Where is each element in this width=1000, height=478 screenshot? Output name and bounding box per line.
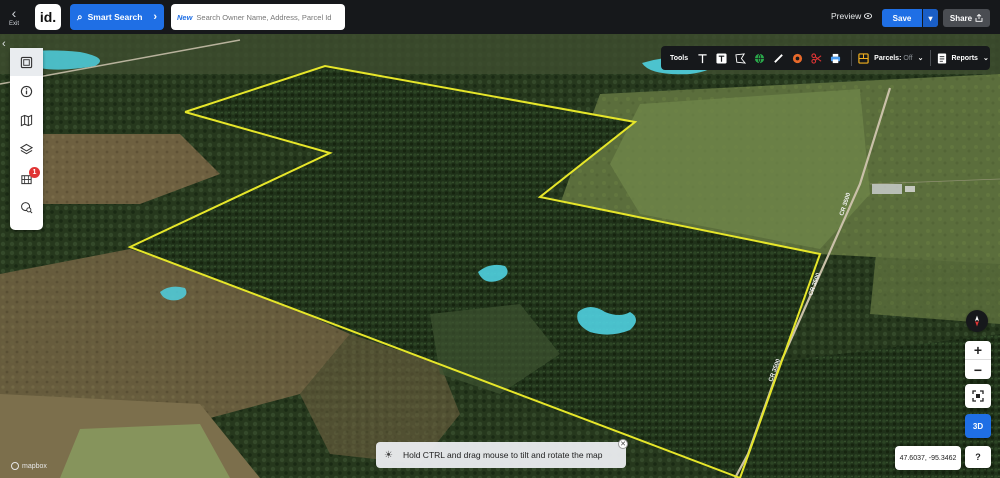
notification-badge: 1 bbox=[29, 167, 40, 178]
mapbox-attribution[interactable]: mapbox bbox=[11, 462, 47, 470]
reports-button[interactable]: Reports ⌄ bbox=[937, 52, 989, 64]
layers-button[interactable] bbox=[10, 135, 43, 163]
save-dropdown-chevron-icon[interactable]: ▾ bbox=[922, 9, 938, 27]
zoom-out-button[interactable]: − bbox=[965, 360, 991, 379]
location-search-button[interactable] bbox=[10, 193, 43, 221]
app-logo[interactable]: id. bbox=[35, 4, 61, 30]
globe-tool-button[interactable] bbox=[750, 49, 768, 67]
new-tag: New bbox=[177, 12, 193, 22]
print-icon bbox=[830, 53, 840, 63]
polygon-tool-button[interactable] bbox=[731, 49, 749, 67]
split-tool-button[interactable] bbox=[807, 49, 825, 67]
search-input[interactable] bbox=[196, 12, 337, 22]
save-label: Save bbox=[892, 13, 912, 23]
attribution-text: mapbox bbox=[22, 462, 47, 470]
close-icon: ✕ bbox=[620, 441, 626, 448]
eye-icon bbox=[864, 13, 873, 19]
toggle-3d-button[interactable]: 3D bbox=[965, 414, 991, 438]
lightbulb-icon: ☀ bbox=[384, 449, 393, 461]
info-button[interactable] bbox=[10, 77, 43, 105]
chevron-down-icon: ⌄ bbox=[982, 55, 989, 62]
share-button[interactable]: Share bbox=[943, 9, 990, 27]
scissors-icon bbox=[811, 52, 822, 64]
fullscreen-button[interactable] bbox=[965, 384, 991, 408]
zoom-in-button[interactable]: + bbox=[965, 341, 991, 360]
panel-icon bbox=[20, 56, 33, 68]
location-search-icon bbox=[21, 201, 33, 213]
layers-icon bbox=[20, 143, 33, 154]
fullscreen-icon bbox=[972, 390, 984, 402]
radius-tool-button[interactable] bbox=[788, 49, 806, 67]
map-button[interactable] bbox=[10, 106, 43, 134]
text-tool-button[interactable] bbox=[693, 49, 711, 67]
text-box-tool-button[interactable] bbox=[712, 49, 730, 67]
collapse-sidebar-icon[interactable]: ‹ bbox=[2, 38, 6, 50]
globe-icon bbox=[754, 53, 764, 64]
smart-search-button[interactable]: ⌕ Smart Search › bbox=[70, 4, 164, 30]
app-root: CR 3500 CR 3500 CR 3500 ‹ Exit id. ⌕ Sma… bbox=[0, 0, 1000, 478]
ruler-icon bbox=[773, 53, 783, 63]
share-label: Share bbox=[949, 13, 973, 23]
polygon-icon bbox=[735, 52, 746, 64]
search-icon: ⌕ bbox=[77, 11, 83, 23]
preview-button[interactable]: Preview bbox=[831, 11, 873, 21]
parcels-toggle[interactable]: Parcels: Off ⌄ bbox=[858, 52, 924, 64]
text-box-icon bbox=[716, 52, 727, 64]
smart-search-label: Smart Search bbox=[87, 12, 143, 22]
tools-label: Tools bbox=[670, 54, 689, 62]
parcels-state: Off bbox=[903, 54, 913, 62]
panel-toggle-button[interactable] bbox=[10, 48, 43, 76]
chevron-right-icon: › bbox=[153, 11, 157, 23]
reports-label: Reports bbox=[951, 54, 978, 62]
parcels-icon bbox=[858, 52, 869, 64]
left-sidebar: 1 bbox=[10, 48, 43, 230]
top-bar: ‹ Exit id. ⌕ Smart Search › New Preview … bbox=[0, 0, 1000, 34]
mapbox-logo-icon bbox=[11, 462, 19, 470]
close-hint-button[interactable]: ✕ bbox=[618, 439, 628, 449]
info-icon bbox=[20, 85, 33, 97]
toolbar-divider bbox=[929, 50, 931, 66]
compass-icon bbox=[975, 315, 979, 327]
chevron-left-icon: ‹ bbox=[11, 5, 17, 21]
hint-text: Hold CTRL and drag mouse to tilt and rot… bbox=[402, 450, 603, 460]
parcels-label: Parcels: bbox=[874, 54, 902, 62]
search-box[interactable]: New bbox=[171, 4, 345, 30]
help-button[interactable]: ? bbox=[965, 446, 991, 468]
text-icon bbox=[698, 53, 707, 63]
nearby-buildings-button[interactable]: 1 bbox=[10, 164, 43, 192]
chevron-down-icon: ⌄ bbox=[917, 55, 924, 62]
exit-button[interactable]: ‹ Exit bbox=[1, 0, 27, 34]
toolbar-divider bbox=[851, 50, 853, 66]
map-toolbar: Tools Parcels: Off ⌄ Reports ⌄ bbox=[661, 46, 990, 70]
zoom-control: + − bbox=[965, 341, 991, 379]
report-icon bbox=[937, 52, 946, 64]
share-icon bbox=[975, 14, 983, 22]
measure-tool-button[interactable] bbox=[769, 49, 787, 67]
print-button[interactable] bbox=[826, 49, 844, 67]
compass-button[interactable] bbox=[966, 310, 988, 332]
map-icon bbox=[20, 114, 33, 126]
satellite-map[interactable]: CR 3500 CR 3500 CR 3500 bbox=[0, 34, 1000, 478]
coordinates-readout: 47.6037, -95.3462 bbox=[895, 446, 961, 470]
preview-label: Preview bbox=[831, 11, 862, 21]
circle-target-icon bbox=[792, 53, 802, 63]
exit-label: Exit bbox=[8, 21, 19, 27]
hint-toast: ☀ Hold CTRL and drag mouse to tilt and r… bbox=[376, 442, 626, 468]
save-button[interactable]: Save ▾ bbox=[882, 9, 938, 27]
